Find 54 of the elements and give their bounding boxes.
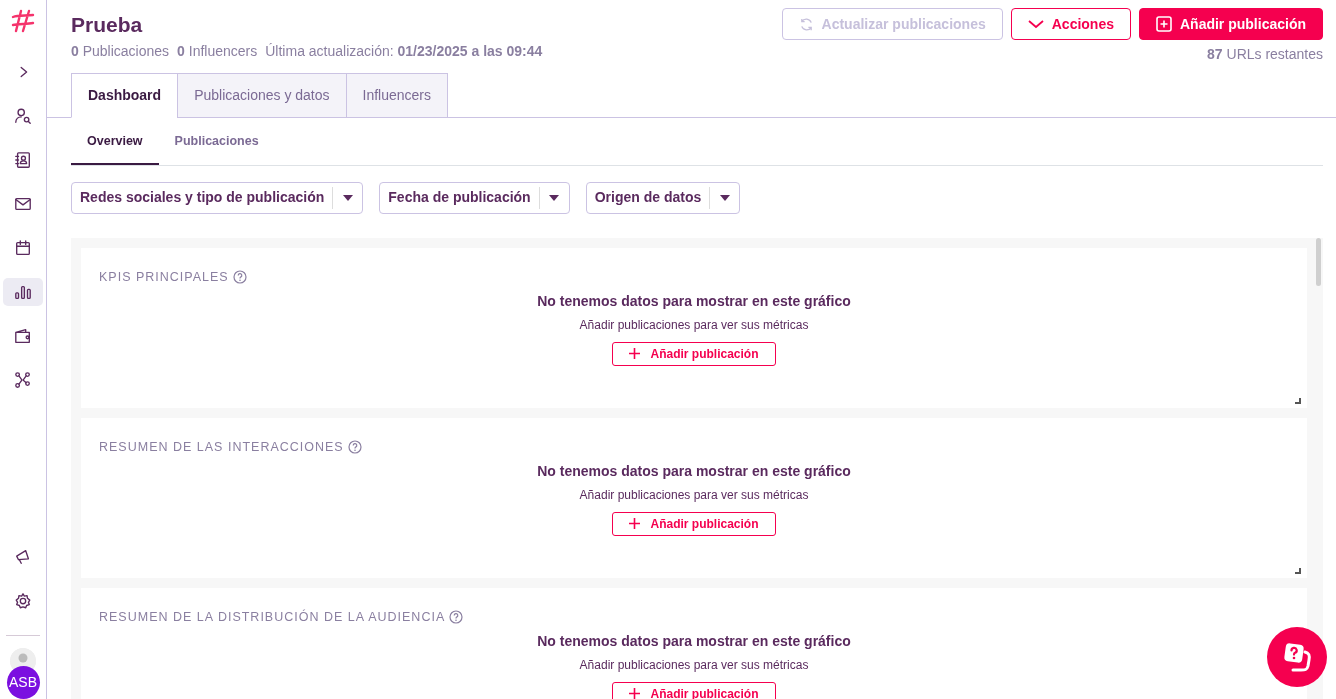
urls-remaining: 87 URLs restantes [1207, 45, 1323, 64]
plus-square-icon [1156, 16, 1172, 32]
tab[interactable]: Publicaciones y datos [177, 73, 347, 118]
user-avatar[interactable]: ASB [6, 666, 40, 699]
add-publication-button[interactable]: Añadir publicación [612, 511, 776, 536]
page-title: Prueba [71, 12, 144, 38]
logo-icon[interactable] [10, 8, 36, 34]
scrollbar-thumb[interactable] [1316, 237, 1321, 286]
empty-state-title: No tenemos datos para mostrar en este gráfico [537, 291, 851, 311]
megaphone-icon [14, 548, 32, 566]
subtab[interactable]: Publicaciones [158, 118, 275, 165]
plus-icon [629, 518, 641, 529]
bar-chart-icon [14, 283, 32, 301]
empty-state-text: Añadir publicaciones para ver sus métricas [579, 656, 809, 674]
envelope-icon [14, 195, 32, 213]
stat-label: 0 Influencers [177, 42, 258, 62]
widget-title: RESUMEN DE LA DISTRIBUCIÓN DE LA AUDIENCIA [99, 608, 446, 626]
caret-icon [342, 194, 353, 201]
plus-icon [629, 688, 641, 699]
calendar-icon [14, 239, 32, 257]
help-icon[interactable] [232, 270, 247, 285]
user-search-icon [14, 107, 32, 125]
add-button[interactable]: Añadir publicación [1139, 8, 1323, 40]
help-icon[interactable] [449, 610, 464, 625]
tab[interactable]: Influencers [345, 73, 449, 118]
contact-book-icon [14, 151, 32, 169]
filter-dropdown[interactable]: Fecha de publicación [379, 181, 570, 214]
last-update-label: Última actualización: 01/23/2025 a las 09:44 [265, 42, 543, 62]
add-publication-button[interactable]: Añadir publicación [612, 341, 776, 366]
widget-title: RESUMEN DE LAS INTERACCIONES [99, 438, 344, 456]
sidebar-item[interactable] [3, 278, 43, 306]
refresh-icon [798, 16, 814, 32]
empty-state-title: No tenemos datos para mostrar en este gráfico [537, 461, 851, 481]
widget-title: KPIS PRINCIPALES [99, 268, 229, 286]
resize-handle[interactable] [1295, 567, 1301, 574]
plus-icon [629, 348, 641, 359]
stat-label: 0 Publicaciones [71, 42, 170, 62]
help-icon[interactable] [347, 440, 362, 455]
subtab[interactable]: Overview [71, 118, 159, 165]
chevron-down-icon [1027, 19, 1044, 29]
nodes-icon [14, 371, 32, 389]
actions-button[interactable]: Acciones [1010, 8, 1131, 40]
empty-state-title: No tenemos datos para mostrar en este gráfico [537, 631, 851, 651]
filter-dropdown[interactable]: Origen de datos [585, 181, 741, 214]
empty-state-text: Añadir publicaciones para ver sus métricas [579, 316, 809, 334]
caret-icon [549, 194, 560, 201]
settings-icon [14, 592, 32, 610]
wallet-icon [14, 327, 32, 345]
tab[interactable]: Dashboard [71, 73, 179, 118]
caret-icon [719, 194, 730, 201]
resize-handle[interactable] [1295, 397, 1301, 404]
empty-state-text: Añadir publicaciones para ver sus métricas [579, 486, 809, 504]
help-chat-icon [1281, 641, 1313, 673]
filter-dropdown[interactable]: Redes sociales y tipo de publicación [71, 181, 364, 214]
